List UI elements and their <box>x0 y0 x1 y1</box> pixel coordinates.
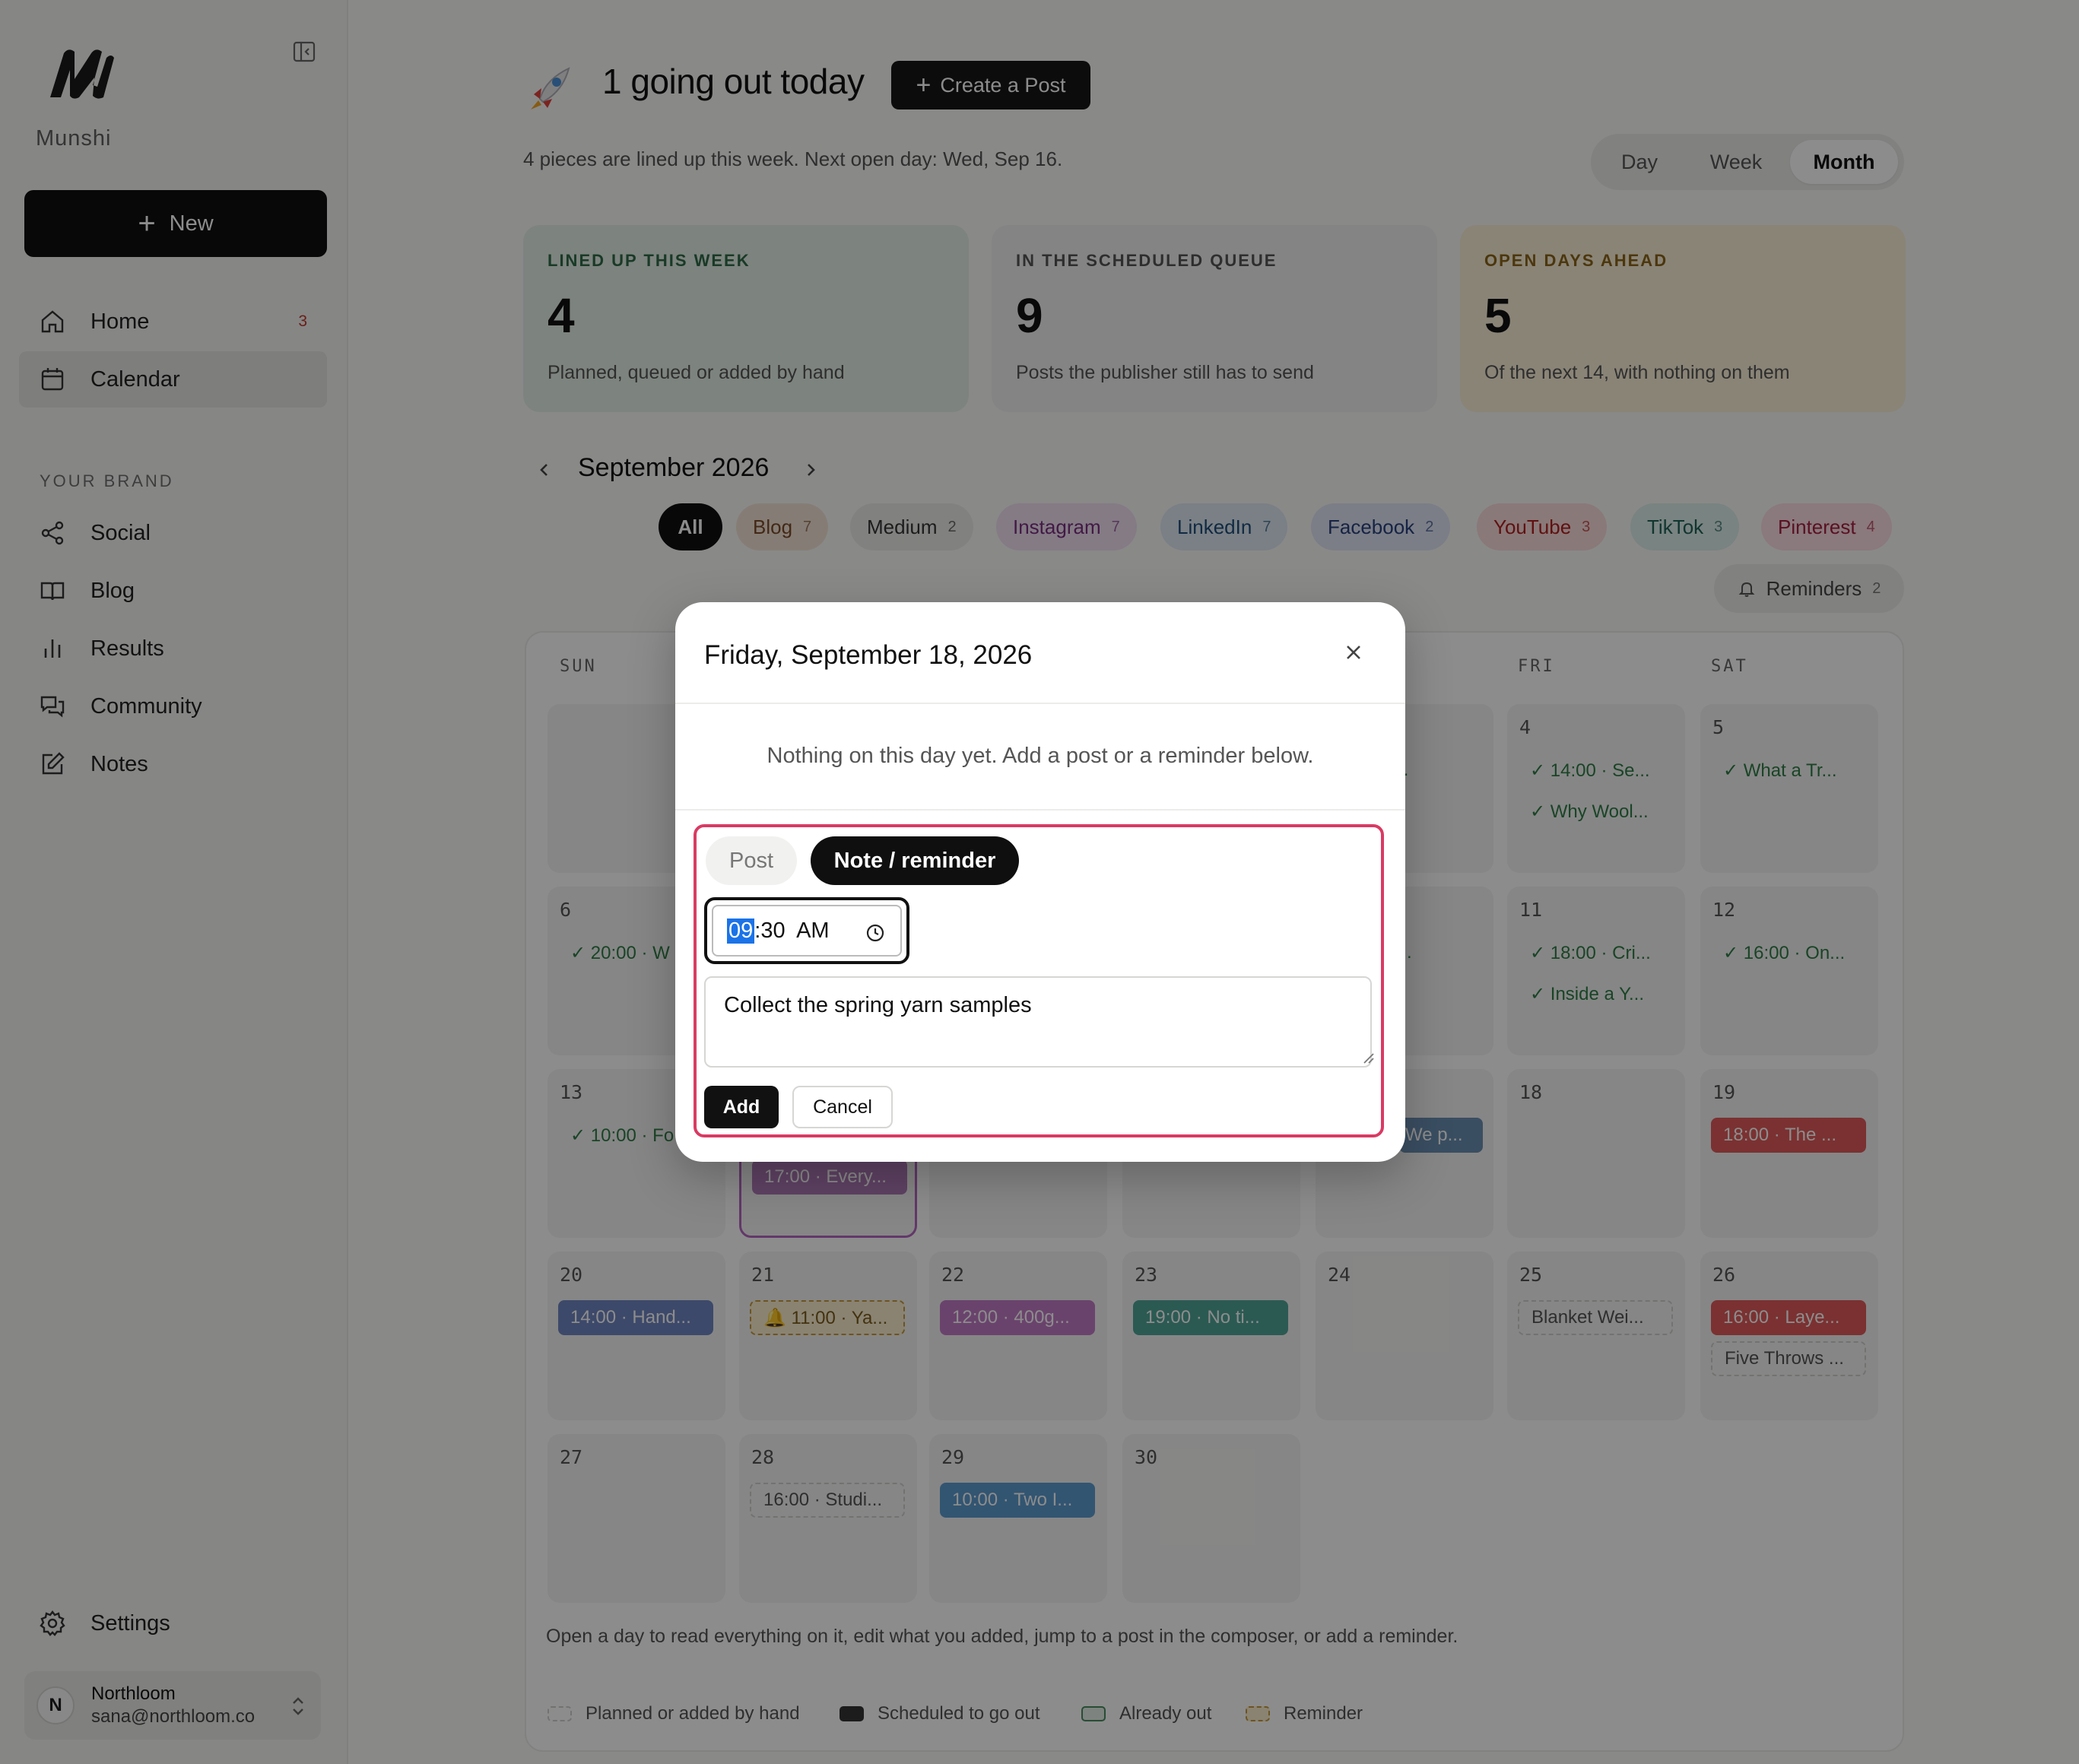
clock-icon[interactable] <box>865 923 885 943</box>
app-root: Munshi + New Home 3 Calendar YOUR BRAND … <box>0 0 2079 1764</box>
add-item-form: Post Note / reminder 09 :30 AM Collect t… <box>694 824 1384 1137</box>
cancel-button[interactable]: Cancel <box>792 1086 893 1128</box>
add-button[interactable]: Add <box>704 1086 779 1128</box>
tab-note-reminder[interactable]: Note / reminder <box>811 836 1019 885</box>
time-field[interactable]: 09 :30 AM <box>712 905 902 957</box>
dialog-title: Friday, September 18, 2026 <box>704 640 1033 670</box>
empty-state-text: Nothing on this day yet. Add a post or a… <box>767 744 1314 768</box>
note-textarea[interactable]: Collect the spring yarn samples <box>704 976 1372 1068</box>
close-icon[interactable] <box>1341 640 1366 665</box>
time-hour-segment[interactable]: 09 <box>727 918 755 944</box>
tab-post[interactable]: Post <box>706 836 797 885</box>
time-input[interactable]: 09 :30 AM <box>704 897 909 964</box>
resize-handle-icon[interactable] <box>1361 1051 1375 1064</box>
divider <box>675 809 1405 811</box>
time-rest[interactable]: :30 AM <box>754 918 829 944</box>
divider <box>675 703 1405 704</box>
day-detail-dialog: Friday, September 18, 2026 Nothing on th… <box>675 602 1405 1162</box>
